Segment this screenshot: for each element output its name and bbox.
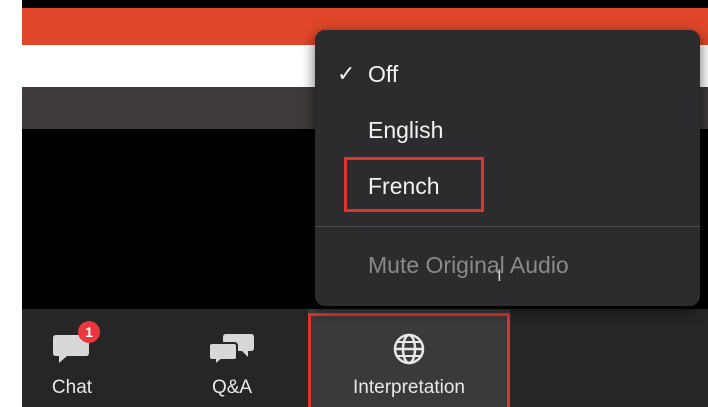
qa-label: Q&A xyxy=(211,377,253,398)
menu-item-english-label: English xyxy=(368,116,444,143)
french-highlight-box xyxy=(344,157,484,212)
qa-icon xyxy=(208,329,256,369)
menu-divider xyxy=(315,226,700,227)
mute-original-audio-label: Mute Original Audio xyxy=(368,251,569,278)
meeting-window: 1 Chat Q&A Interpretation ✓ Off English … xyxy=(22,0,708,407)
checkmark-icon: ✓ xyxy=(337,61,356,86)
menu-item-mute-original-audio[interactable]: Mute Original Audio xyxy=(315,245,700,285)
menu-item-off-label: Off xyxy=(368,60,399,87)
menu-item-off[interactable]: ✓ Off xyxy=(315,54,700,94)
menu-item-english[interactable]: English xyxy=(315,110,700,150)
chat-label: Chat xyxy=(51,377,93,398)
chat-button[interactable]: 1 Chat xyxy=(32,309,112,407)
qa-button[interactable]: Q&A xyxy=(187,309,277,407)
chat-badge: 1 xyxy=(78,321,100,343)
chat-icon: 1 xyxy=(52,321,100,369)
interpretation-highlight-box xyxy=(308,313,510,407)
text-cursor-icon: I xyxy=(497,266,502,285)
